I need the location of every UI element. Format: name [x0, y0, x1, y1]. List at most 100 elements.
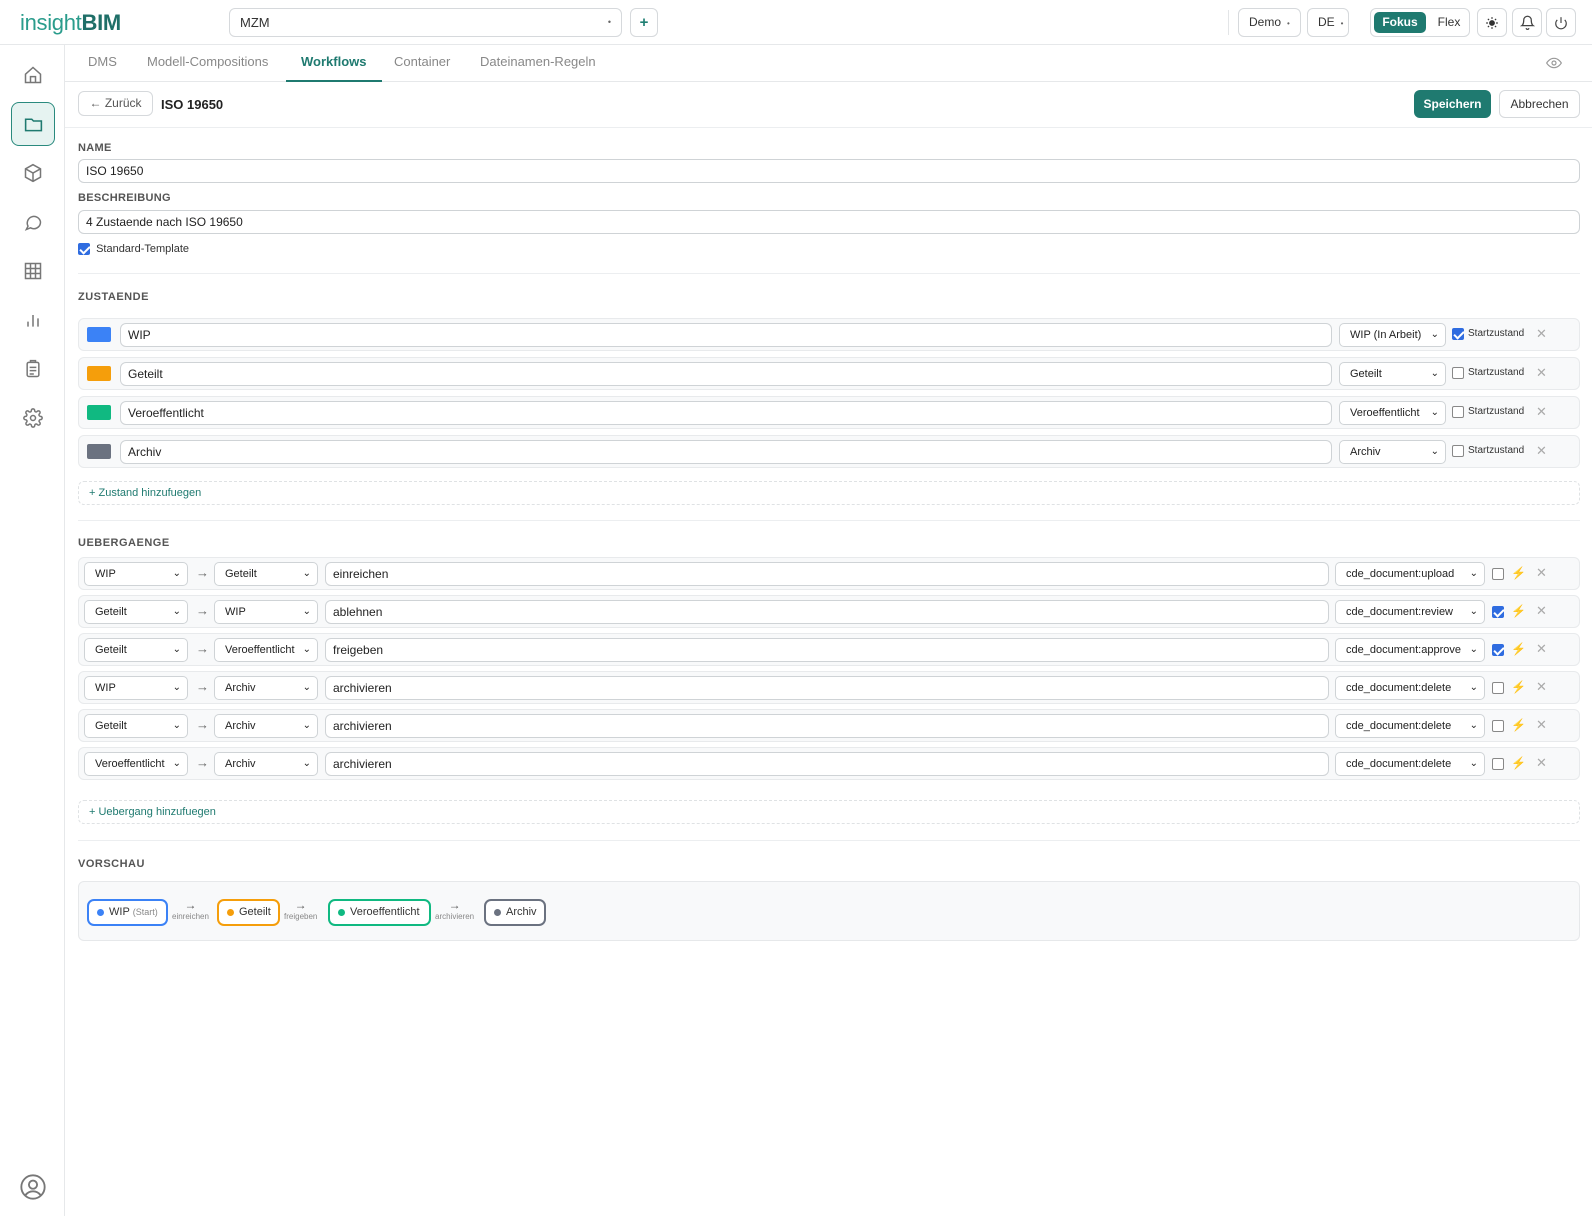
bolt-icon[interactable]: ⚡ [1511, 642, 1526, 656]
state-name-input[interactable]: Geteilt [120, 362, 1332, 386]
permission-select[interactable]: cde_document:delete ⌄ [1335, 676, 1485, 700]
transition-to-select[interactable]: Veroeffentlicht ⌄ [214, 638, 318, 662]
sidebar-item-tables[interactable] [11, 249, 55, 293]
transition-checkbox[interactable] [1492, 644, 1504, 656]
logo[interactable]: insightBIM [20, 10, 121, 36]
state-type-value: Veroeffentlicht [1350, 407, 1420, 419]
mode-fokus-button[interactable]: Fokus [1374, 12, 1426, 33]
add-state-button[interactable]: + Zustand hinzufuegen [78, 481, 1580, 505]
close-icon[interactable]: ✕ [1536, 443, 1547, 459]
mode-flex-button[interactable]: Flex [1433, 12, 1465, 33]
close-icon[interactable]: ✕ [1536, 603, 1547, 619]
close-icon[interactable]: ✕ [1536, 755, 1547, 771]
sidebar-item-reports[interactable] [11, 298, 55, 342]
transition-to-select[interactable]: WIP ⌄ [214, 600, 318, 624]
project-select[interactable]: MZM • [229, 8, 622, 37]
demo-select-value: Demo [1249, 15, 1282, 29]
transition-checkbox[interactable] [1492, 606, 1504, 618]
state-type-select[interactable]: WIP (In Arbeit) ⌄ [1339, 323, 1446, 347]
transition-from-select[interactable]: Geteilt ⌄ [84, 638, 188, 662]
standard-template-checkbox[interactable] [78, 243, 90, 256]
tab-modell-compositions[interactable]: Modell-Compositions [132, 45, 283, 82]
transition-action-input[interactable]: archivieren [325, 714, 1329, 738]
transition-from-select[interactable]: Veroeffentlicht ⌄ [84, 752, 188, 776]
language-select-value: DE [1318, 15, 1335, 29]
state-color-swatch[interactable] [87, 366, 111, 381]
state-name-input[interactable]: Archiv [120, 440, 1332, 464]
close-icon[interactable]: ✕ [1536, 326, 1547, 342]
logout-button[interactable] [1546, 8, 1576, 37]
transition-from-select[interactable]: WIP ⌄ [84, 676, 188, 700]
transition-action-input[interactable]: freigeben [325, 638, 1329, 662]
user-profile-button[interactable] [19, 1173, 47, 1204]
state-name-input[interactable]: Veroeffentlicht [120, 401, 1332, 425]
close-icon[interactable]: ✕ [1536, 565, 1547, 581]
permission-select[interactable]: cde_document:delete ⌄ [1335, 714, 1485, 738]
visibility-toggle[interactable] [1545, 55, 1563, 74]
start-state-checkbox[interactable] [1452, 367, 1464, 379]
sidebar-item-comments[interactable] [11, 200, 55, 244]
state-color-swatch[interactable] [87, 444, 111, 459]
sidebar-item-tasks[interactable] [11, 347, 55, 391]
state-type-select[interactable]: Veroeffentlicht ⌄ [1339, 401, 1446, 425]
tab-dateinamen-regeln[interactable]: Dateinamen-Regeln [465, 45, 611, 82]
sidebar-item-home[interactable] [11, 53, 55, 97]
tab-container[interactable]: Container [379, 45, 465, 82]
transition-to-select[interactable]: Archiv ⌄ [214, 714, 318, 738]
notifications-button[interactable] [1512, 8, 1542, 37]
name-input[interactable]: ISO 19650 [78, 159, 1580, 183]
start-state-checkbox[interactable] [1452, 328, 1464, 340]
permission-select[interactable]: cde_document:approve ⌄ [1335, 638, 1485, 662]
transition-checkbox[interactable] [1492, 720, 1504, 732]
transition-action-input[interactable]: archivieren [325, 752, 1329, 776]
state-type-select[interactable]: Archiv ⌄ [1339, 440, 1446, 464]
theme-toggle-button[interactable] [1477, 8, 1507, 37]
transition-checkbox[interactable] [1492, 758, 1504, 770]
state-name-input[interactable]: WIP [120, 323, 1332, 347]
bolt-icon[interactable]: ⚡ [1511, 566, 1526, 580]
back-button[interactable]: ← Zurück [78, 91, 153, 116]
transition-from-select[interactable]: WIP ⌄ [84, 562, 188, 586]
description-input[interactable]: 4 Zustaende nach ISO 19650 [78, 210, 1580, 234]
tab-workflows[interactable]: Workflows [286, 45, 382, 82]
transition-to-select[interactable]: Archiv ⌄ [214, 752, 318, 776]
demo-select[interactable]: Demo • [1238, 8, 1301, 37]
bolt-icon[interactable]: ⚡ [1511, 680, 1526, 694]
power-icon [1555, 16, 1567, 29]
transition-from-select[interactable]: Geteilt ⌄ [84, 600, 188, 624]
transition-to-select[interactable]: Geteilt ⌄ [214, 562, 318, 586]
transition-to-select[interactable]: Archiv ⌄ [214, 676, 318, 700]
permission-select[interactable]: cde_document:upload ⌄ [1335, 562, 1485, 586]
transition-from-select[interactable]: Geteilt ⌄ [84, 714, 188, 738]
transition-action-input[interactable]: einreichen [325, 562, 1329, 586]
transition-action-input[interactable]: ablehnen [325, 600, 1329, 624]
sidebar-item-models[interactable] [11, 151, 55, 195]
transition-checkbox[interactable] [1492, 682, 1504, 694]
start-state-checkbox[interactable] [1452, 406, 1464, 418]
start-state-checkbox[interactable] [1452, 445, 1464, 457]
state-type-select[interactable]: Geteilt ⌄ [1339, 362, 1446, 386]
close-icon[interactable]: ✕ [1536, 365, 1547, 381]
language-select[interactable]: DE • [1307, 8, 1349, 37]
close-icon[interactable]: ✕ [1536, 404, 1547, 420]
state-color-swatch[interactable] [87, 327, 111, 342]
transition-action-input[interactable]: archivieren [325, 676, 1329, 700]
permission-select[interactable]: cde_document:delete ⌄ [1335, 752, 1485, 776]
bolt-icon[interactable]: ⚡ [1511, 756, 1526, 770]
close-icon[interactable]: ✕ [1536, 679, 1547, 695]
close-icon[interactable]: ✕ [1536, 641, 1547, 657]
bolt-icon[interactable]: ⚡ [1511, 604, 1526, 618]
sidebar-item-settings[interactable] [11, 396, 55, 440]
add-project-button[interactable]: + [630, 8, 658, 37]
arrow-right-icon: → [448, 898, 461, 912]
close-icon[interactable]: ✕ [1536, 717, 1547, 733]
bolt-icon[interactable]: ⚡ [1511, 718, 1526, 732]
add-transition-button[interactable]: + Uebergang hinzufuegen [78, 800, 1580, 824]
permission-select[interactable]: cde_document:review ⌄ [1335, 600, 1485, 624]
sidebar-item-documents[interactable] [11, 102, 55, 146]
transition-checkbox[interactable] [1492, 568, 1504, 580]
cancel-button[interactable]: Abbrechen [1499, 90, 1580, 118]
save-button[interactable]: Speichern [1414, 90, 1491, 118]
state-color-swatch[interactable] [87, 405, 111, 420]
tab-dms[interactable]: DMS [73, 45, 132, 82]
